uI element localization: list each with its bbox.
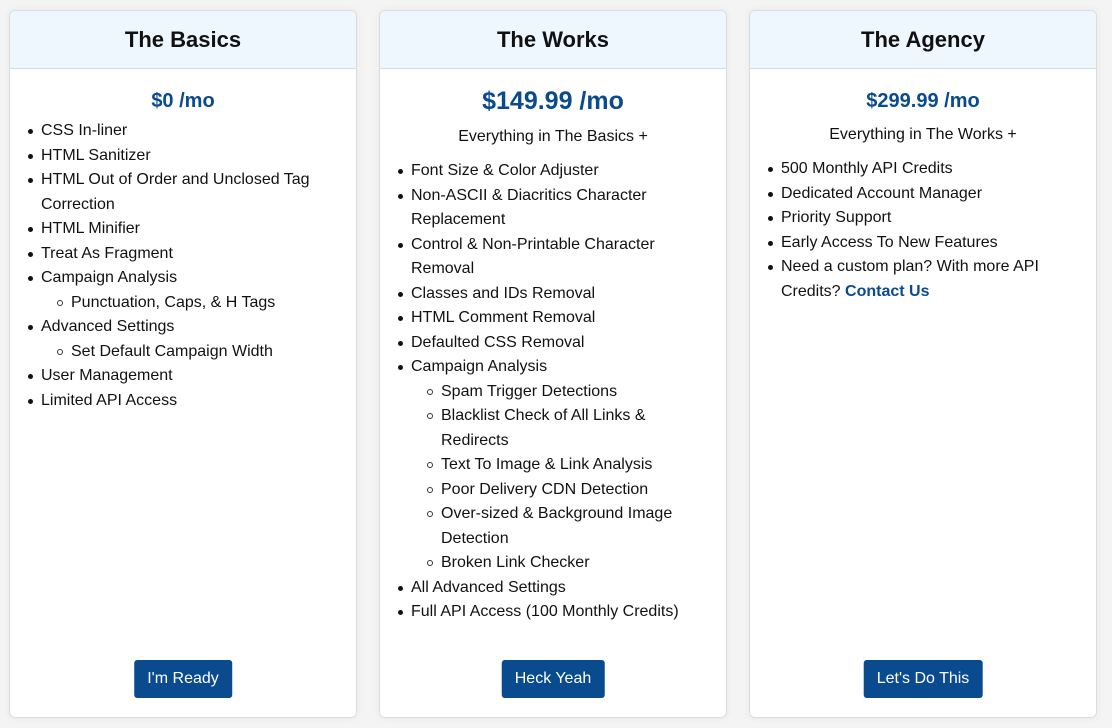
sub-feature-item: Punctuation, Caps, & H Tags: [57, 291, 326, 316]
feature-item: HTML Out of Order and Unclosed Tag Corre…: [27, 168, 356, 217]
plan-card-basics: The Basics $0 /mo CSS In-liner HTML Sani…: [9, 10, 357, 718]
plan-price: $149.99 /mo: [482, 87, 624, 115]
sub-feature-item: Poor Delivery CDN Detection: [427, 478, 696, 503]
feature-label: Classes and IDs Removal: [411, 284, 596, 302]
feature-item: Control & Non-Printable Character Remova…: [397, 233, 726, 282]
feature-label: Dedicated Account Manager: [781, 184, 983, 202]
feature-item: Non-ASCII & Diacritics Character Replace…: [397, 184, 726, 233]
feature-item: HTML Minifier: [27, 217, 356, 242]
feature-item: Dedicated Account Manager: [767, 182, 1096, 207]
plan-subtitle: Everything in The Works +: [829, 126, 1017, 143]
sub-feature-item: Spam Trigger Detections: [427, 380, 696, 405]
feature-label: Treat As Fragment: [41, 244, 173, 262]
feature-label: Early Access To New Features: [781, 233, 998, 251]
feature-label: Advanced Settings: [41, 318, 175, 335]
feature-label: CSS In-liner: [41, 122, 128, 139]
feature-item: Font Size & Color Adjuster: [397, 159, 726, 184]
feature-item: Classes and IDs Removal: [397, 282, 726, 307]
feature-label: Campaign Analysis: [41, 269, 178, 286]
feature-item: 500 Monthly API Credits: [767, 157, 1096, 182]
feature-item: CSS In-liner: [27, 119, 356, 144]
heck-yeah-button[interactable]: Heck Yeah: [501, 660, 605, 698]
sub-feature-list: Set Default Campaign Width: [41, 340, 326, 365]
feature-item: Defaulted CSS Removal: [397, 331, 726, 356]
feature-label: Defaulted CSS Removal: [411, 333, 585, 351]
sub-feature-item: Over-sized & Background Image Detection: [427, 502, 696, 551]
plan-title: The Agency: [750, 11, 1096, 69]
feature-item: Full API Access (100 Monthly Credits): [397, 600, 726, 625]
feature-item: Limited API Access: [27, 389, 356, 414]
feature-list: Font Size & Color Adjuster Non-ASCII & D…: [380, 159, 726, 625]
feature-label: HTML Minifier: [41, 220, 140, 237]
feature-item: All Advanced Settings: [397, 576, 726, 601]
sub-feature-list: Punctuation, Caps, & H Tags: [41, 291, 326, 316]
feature-item: Campaign Analysis Spam Trigger Detection…: [397, 355, 726, 576]
plan-card-works: The Works $149.99 /mo Everything in The …: [379, 10, 727, 718]
feature-label: Non-ASCII & Diacritics Character Replace…: [411, 186, 647, 229]
feature-list: CSS In-liner HTML Sanitizer HTML Out of …: [10, 119, 356, 413]
plan-title: The Works: [380, 11, 726, 69]
plan-card-agency: The Agency $299.99 /mo Everything in The…: [749, 10, 1097, 718]
feature-label: User Management: [41, 367, 173, 384]
feature-item: Advanced Settings Set Default Campaign W…: [27, 315, 356, 364]
feature-label: HTML Comment Removal: [411, 309, 596, 326]
plan-title: The Basics: [10, 11, 356, 69]
feature-item: User Management: [27, 364, 356, 389]
feature-item: Priority Support: [767, 206, 1096, 231]
contact-us-link[interactable]: Contact Us: [845, 283, 929, 300]
feature-label: Font Size & Color Adjuster: [411, 162, 599, 179]
plan-price: $0 /mo: [151, 90, 215, 112]
im-ready-button[interactable]: I'm Ready: [134, 660, 232, 698]
feature-list: 500 Monthly API Credits Dedicated Accoun…: [750, 157, 1096, 304]
feature-label: 500 Monthly API Credits: [781, 160, 953, 177]
lets-do-this-button[interactable]: Let's Do This: [863, 660, 983, 698]
feature-label: Limited API Access: [41, 391, 178, 409]
sub-feature-item: Text To Image & Link Analysis: [427, 453, 696, 478]
feature-item: Campaign Analysis Punctuation, Caps, & H…: [27, 266, 356, 315]
feature-item: Need a custom plan? With more API Credit…: [767, 255, 1096, 304]
sub-feature-item: Broken Link Checker: [427, 551, 696, 576]
sub-feature-list: Spam Trigger Detections Blacklist Check …: [411, 380, 696, 576]
feature-item: Early Access To New Features: [767, 231, 1096, 256]
feature-label: Full API Access (100 Monthly Credits): [411, 603, 679, 620]
feature-item: HTML Comment Removal: [397, 306, 726, 331]
sub-feature-item: Set Default Campaign Width: [57, 340, 326, 365]
feature-item: HTML Sanitizer: [27, 144, 356, 169]
feature-label: Campaign Analysis: [411, 358, 548, 375]
feature-label: Control & Non-Printable Character Remova…: [411, 235, 655, 278]
feature-item: Treat As Fragment: [27, 242, 356, 267]
sub-feature-item: Blacklist Check of All Links & Redirects: [427, 404, 696, 453]
feature-label: HTML Sanitizer: [41, 146, 151, 164]
feature-label: All Advanced Settings: [411, 578, 566, 596]
feature-label: Priority Support: [781, 209, 892, 226]
plan-price: $299.99 /mo: [866, 90, 980, 112]
plan-subtitle: Everything in The Basics +: [458, 128, 648, 145]
feature-label: HTML Out of Order and Unclosed Tag Corre…: [41, 171, 310, 213]
